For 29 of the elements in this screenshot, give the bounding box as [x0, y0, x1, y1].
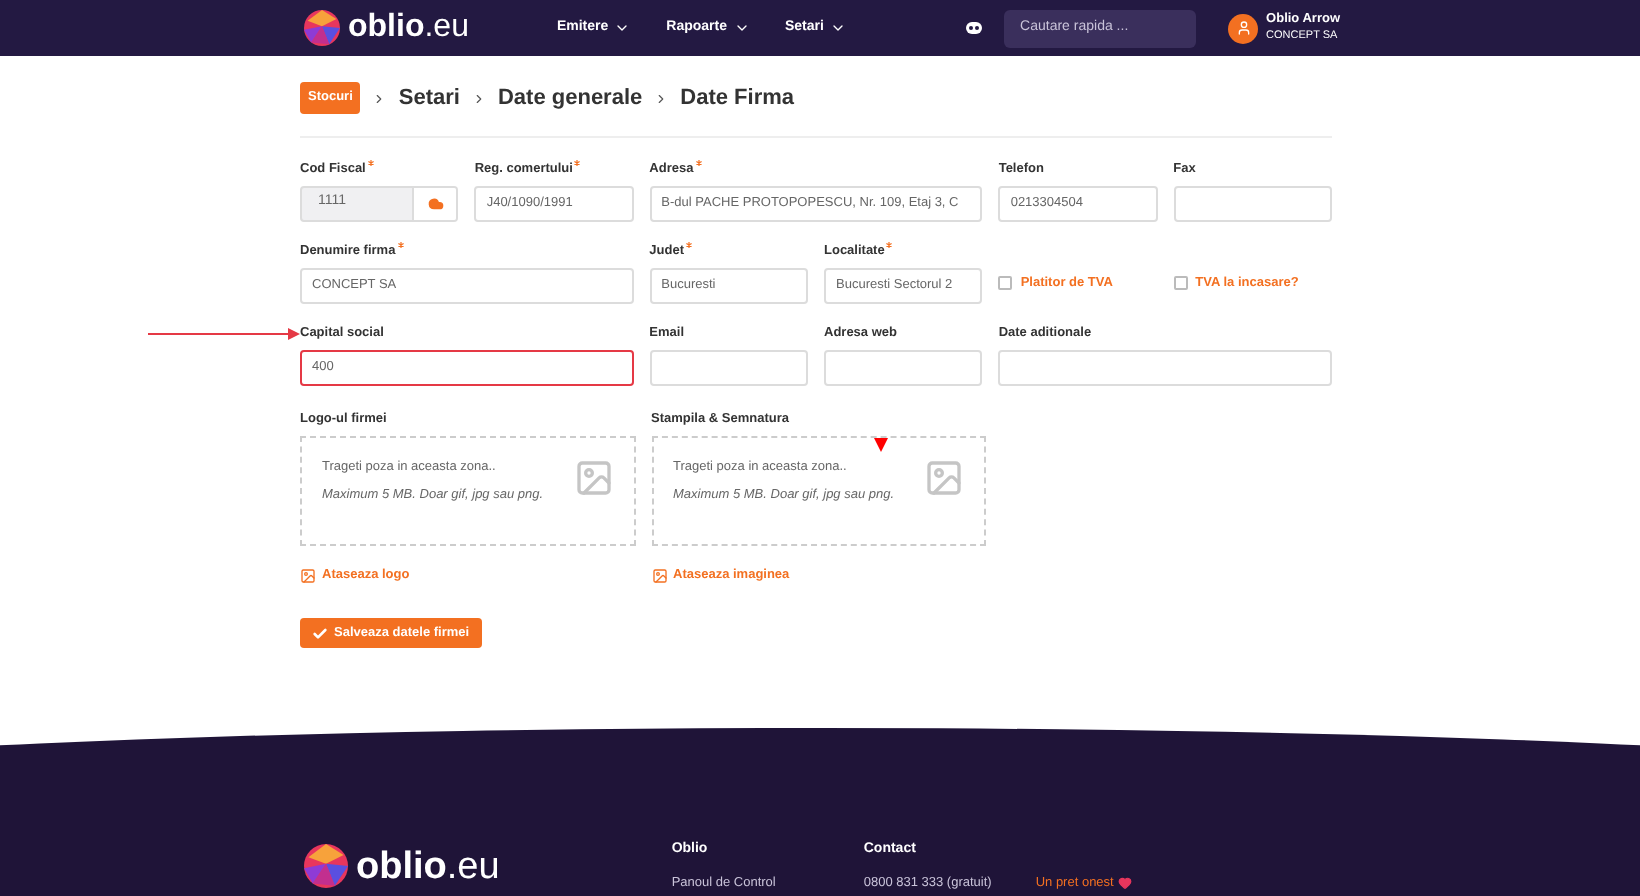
logo-icon: [304, 10, 340, 46]
logo-text[interactable]: oblio.eu: [356, 847, 500, 885]
avatar[interactable]: [1228, 13, 1259, 43]
chevron-right-icon: [654, 91, 669, 106]
checkbox[interactable]: [998, 276, 1013, 291]
check-icon: [312, 625, 328, 641]
cloud-icon: [427, 195, 444, 211]
marker-icon: [874, 438, 888, 452]
input-field[interactable]: [1173, 185, 1332, 221]
breadcrumb-item[interactable]: Setari: [398, 82, 460, 115]
breadcrumb-item[interactable]: Date generale: [497, 82, 643, 115]
breadcrumb-item: Date Firma: [680, 84, 794, 114]
image-icon: [651, 568, 667, 585]
input-field[interactable]: [998, 349, 1332, 385]
chevron-right-icon: [372, 91, 387, 106]
logo-text[interactable]: oblio.eu: [348, 12, 469, 44]
chevron-down-icon: [829, 20, 846, 36]
input-field[interactable]: [649, 349, 808, 385]
image-icon: [573, 458, 613, 499]
checkbox[interactable]: [1173, 276, 1188, 291]
image-icon: [924, 458, 964, 499]
heart-icon: [1117, 876, 1132, 891]
chevron-down-icon: [733, 20, 749, 36]
input-field[interactable]: [824, 349, 983, 385]
logo-icon: [304, 844, 348, 888]
image-icon: [300, 568, 316, 585]
chevron-right-icon: [471, 91, 486, 106]
robot-icon[interactable]: [964, 20, 985, 36]
chevron-down-icon: [614, 20, 631, 36]
